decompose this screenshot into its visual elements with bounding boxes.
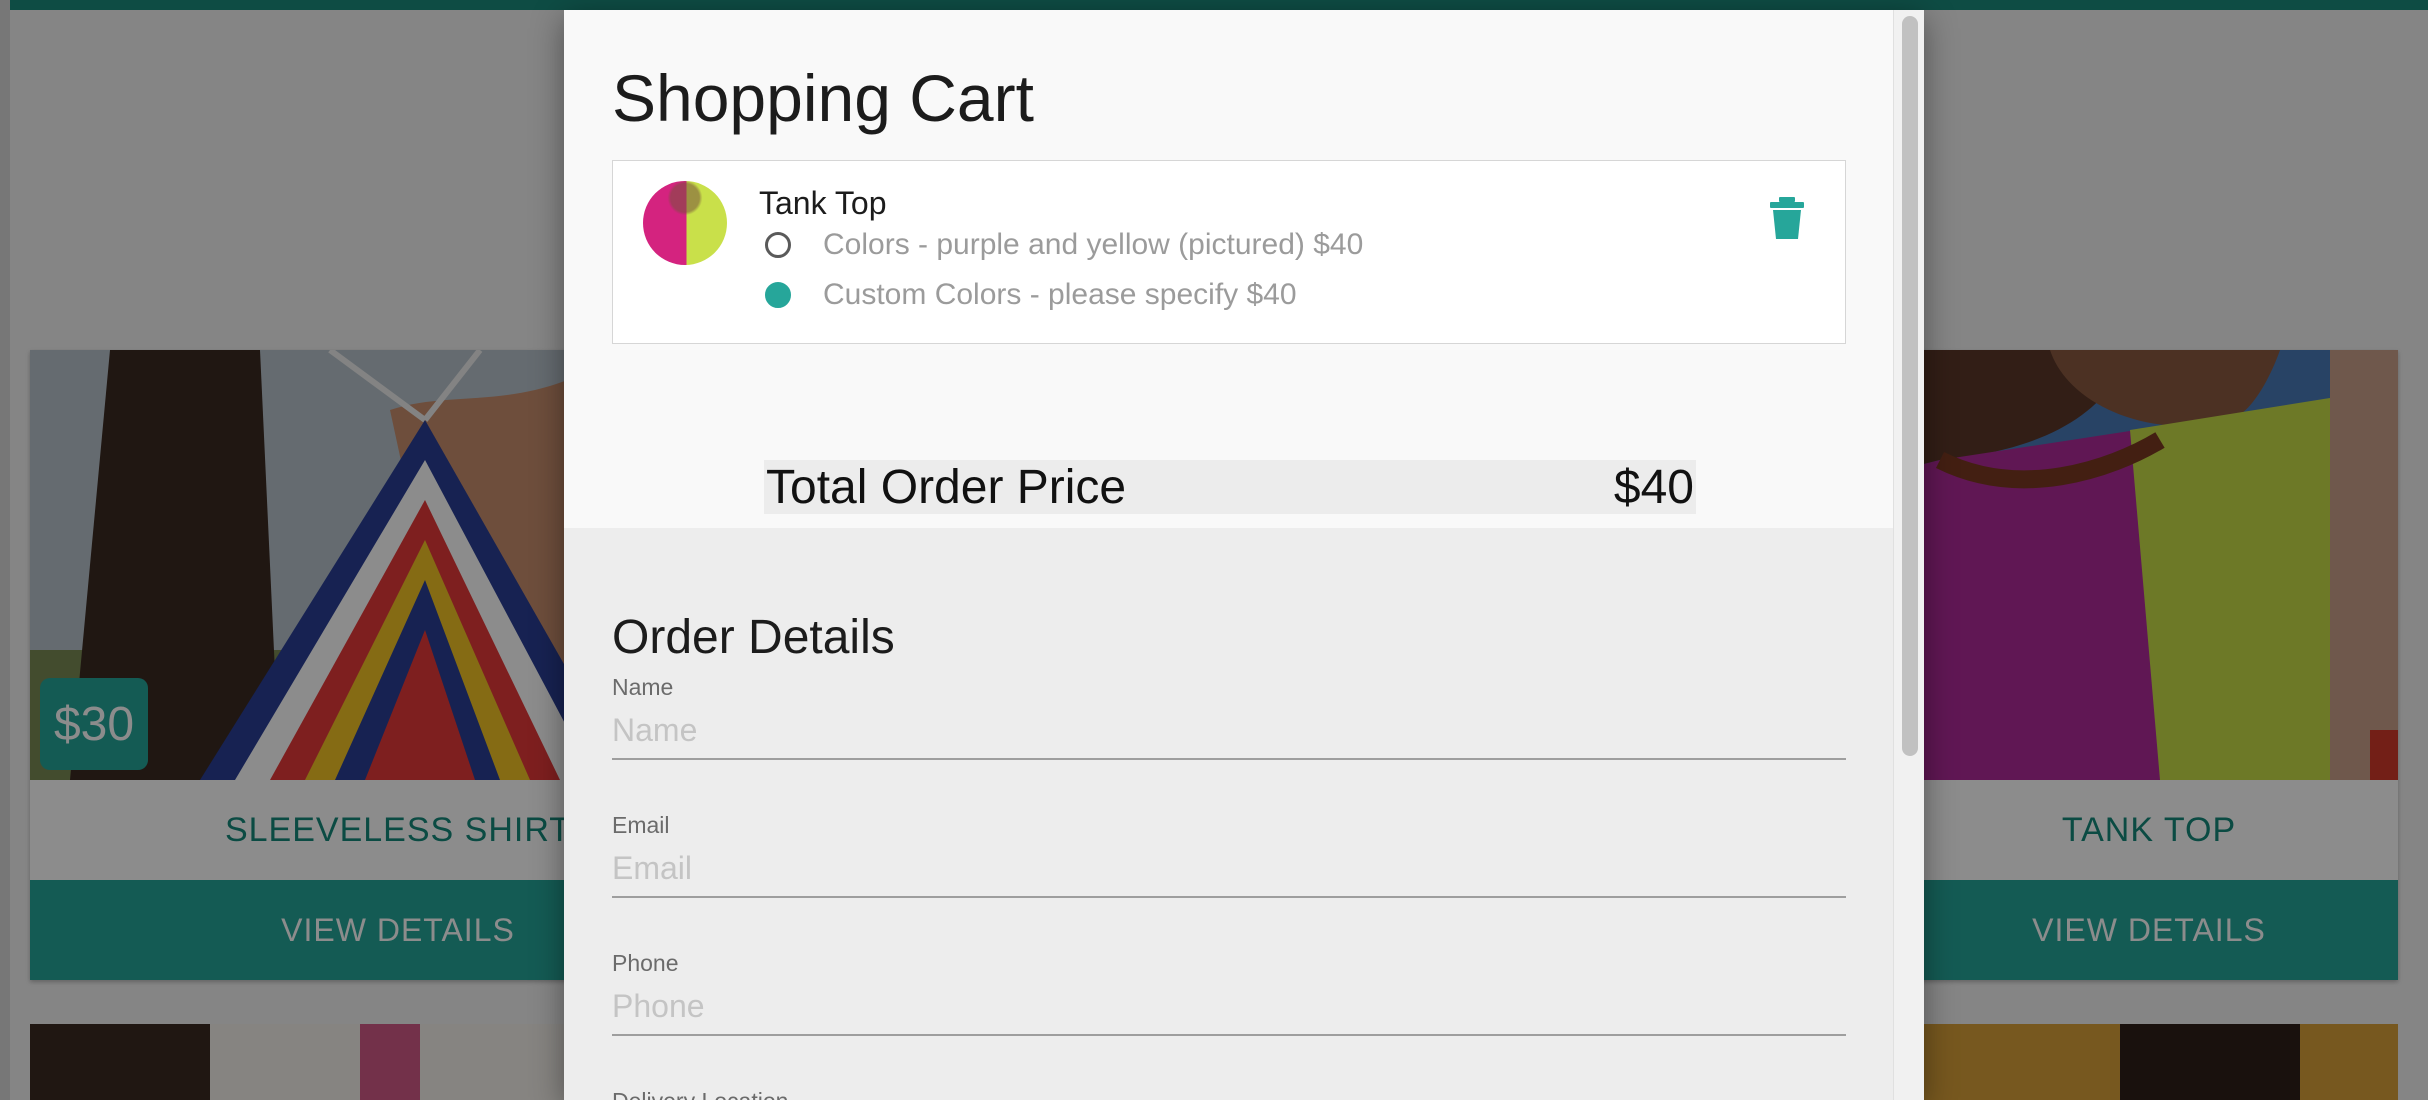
cart-item: Tank Top Colors - purple and yellow (pic…: [612, 160, 1846, 344]
item-thumbnail: [643, 181, 727, 265]
shopping-cart-modal: Shopping Cart Tank Top Colors - purple a…: [564, 10, 1924, 1100]
item-name: Tank Top: [759, 185, 887, 221]
scrollbar-thumb[interactable]: [1902, 16, 1918, 756]
phone-input[interactable]: [612, 978, 1846, 1036]
option-label: Colors - purple and yellow (pictured) $4…: [823, 228, 1364, 261]
field-label: Phone: [612, 950, 679, 976]
option-custom-colors[interactable]: Custom Colors - please specify $40: [759, 275, 1297, 315]
cart-title: Shopping Cart: [612, 61, 1034, 135]
name-input[interactable]: [612, 702, 1846, 760]
total-label: Total Order Price: [766, 460, 1127, 514]
option-colors-pictured[interactable]: Colors - purple and yellow (pictured) $4…: [759, 225, 1363, 265]
total-value: $40: [1613, 460, 1694, 514]
trash-icon[interactable]: [1770, 197, 1804, 239]
modal-scrollbar[interactable]: [1893, 10, 1924, 1100]
field-label: Email: [612, 812, 670, 838]
email-input[interactable]: [612, 840, 1846, 898]
order-details-title: Order Details: [612, 611, 895, 664]
total-order-price-row: Total Order Price $40: [764, 460, 1696, 514]
field-label: Delivery Location: [612, 1088, 788, 1100]
radio-selected-icon[interactable]: [765, 282, 791, 308]
radio-unselected-icon[interactable]: [765, 232, 791, 258]
field-label: Name: [612, 674, 674, 700]
option-label: Custom Colors - please specify $40: [823, 278, 1297, 311]
